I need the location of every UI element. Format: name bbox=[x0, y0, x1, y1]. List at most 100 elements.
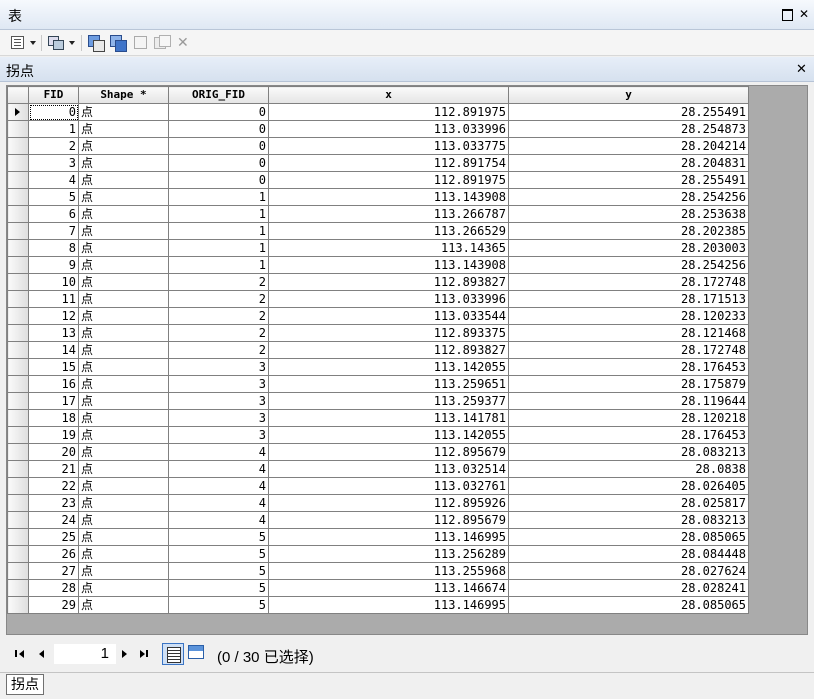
cell-orig-fid[interactable]: 4 bbox=[168, 443, 269, 461]
row-selector[interactable] bbox=[7, 562, 29, 580]
cell-x[interactable]: 112.895926 bbox=[268, 494, 509, 512]
cell-fid[interactable]: 22 bbox=[28, 477, 79, 495]
cell-orig-fid[interactable]: 4 bbox=[168, 460, 269, 478]
cell-x[interactable]: 112.891975 bbox=[268, 171, 509, 189]
table-row[interactable]: 9 点 1 113.143908 28.254256 bbox=[7, 256, 749, 274]
cell-orig-fid[interactable]: 1 bbox=[168, 205, 269, 223]
row-selector[interactable] bbox=[7, 273, 29, 291]
cell-shape[interactable]: 点 bbox=[78, 205, 169, 223]
table-row[interactable]: 13 点 2 112.893375 28.121468 bbox=[7, 324, 749, 342]
cell-fid[interactable]: 2 bbox=[28, 137, 79, 155]
cell-orig-fid[interactable]: 1 bbox=[168, 239, 269, 257]
cell-y[interactable]: 28.204214 bbox=[508, 137, 749, 155]
cell-orig-fid[interactable]: 3 bbox=[168, 358, 269, 376]
cell-y[interactable]: 28.254256 bbox=[508, 188, 749, 206]
cell-fid[interactable]: 19 bbox=[28, 426, 79, 444]
cell-shape[interactable]: 点 bbox=[78, 528, 169, 546]
row-selector[interactable] bbox=[7, 341, 29, 359]
show-all-records-icon[interactable] bbox=[162, 643, 184, 665]
table-row[interactable]: 19 点 3 113.142055 28.176453 bbox=[7, 426, 749, 444]
next-record-icon[interactable] bbox=[120, 648, 132, 660]
cell-shape[interactable]: 点 bbox=[78, 154, 169, 172]
cell-fid[interactable]: 6 bbox=[28, 205, 79, 223]
cell-shape[interactable]: 点 bbox=[78, 545, 169, 563]
row-selector[interactable] bbox=[7, 256, 29, 274]
cell-x[interactable]: 113.032514 bbox=[268, 460, 509, 478]
cell-x[interactable]: 113.143908 bbox=[268, 256, 509, 274]
cell-y[interactable]: 28.085065 bbox=[508, 596, 749, 614]
cell-y[interactable]: 28.0838 bbox=[508, 460, 749, 478]
row-selector[interactable] bbox=[7, 596, 29, 614]
cell-x[interactable]: 113.032761 bbox=[268, 477, 509, 495]
cell-y[interactable]: 28.202385 bbox=[508, 222, 749, 240]
table-row[interactable]: 26 点 5 113.256289 28.084448 bbox=[7, 545, 749, 563]
close-icon[interactable]: ✕ bbox=[797, 7, 811, 21]
cell-fid[interactable]: 28 bbox=[28, 579, 79, 597]
table-row[interactable]: 20 点 4 112.895679 28.083213 bbox=[7, 443, 749, 461]
delete-icon[interactable]: ✕ bbox=[177, 35, 191, 51]
row-selector[interactable] bbox=[7, 154, 29, 172]
cell-shape[interactable]: 点 bbox=[78, 103, 169, 121]
cell-y[interactable]: 28.026405 bbox=[508, 477, 749, 495]
cell-shape[interactable]: 点 bbox=[78, 579, 169, 597]
row-selector[interactable] bbox=[7, 375, 29, 393]
table-row[interactable]: 0 点 0 112.891975 28.255491 bbox=[7, 103, 749, 121]
cell-shape[interactable]: 点 bbox=[78, 290, 169, 308]
cell-orig-fid[interactable]: 3 bbox=[168, 409, 269, 427]
row-selector[interactable] bbox=[7, 494, 29, 512]
cell-fid[interactable]: 23 bbox=[28, 494, 79, 512]
cell-y[interactable]: 28.119644 bbox=[508, 392, 749, 410]
column-header-y[interactable]: y bbox=[508, 86, 749, 104]
table-row[interactable]: 14 点 2 112.893827 28.172748 bbox=[7, 341, 749, 359]
cell-y[interactable]: 28.172748 bbox=[508, 341, 749, 359]
table-row[interactable]: 23 点 4 112.895926 28.025817 bbox=[7, 494, 749, 512]
cell-y[interactable]: 28.254873 bbox=[508, 120, 749, 138]
cell-orig-fid[interactable]: 2 bbox=[168, 290, 269, 308]
cell-y[interactable]: 28.255491 bbox=[508, 171, 749, 189]
row-selector[interactable] bbox=[7, 120, 29, 138]
table-row[interactable]: 3 点 0 112.891754 28.204831 bbox=[7, 154, 749, 172]
cell-fid[interactable]: 3 bbox=[28, 154, 79, 172]
cell-y[interactable]: 28.120218 bbox=[508, 409, 749, 427]
cell-fid[interactable]: 1 bbox=[28, 120, 79, 138]
related-tables-button[interactable] bbox=[48, 35, 76, 51]
cell-orig-fid[interactable]: 3 bbox=[168, 426, 269, 444]
column-header-shape[interactable]: Shape * bbox=[78, 86, 169, 104]
cell-shape[interactable]: 点 bbox=[78, 137, 169, 155]
cell-x[interactable]: 113.142055 bbox=[268, 426, 509, 444]
cell-orig-fid[interactable]: 5 bbox=[168, 528, 269, 546]
cell-x[interactable]: 113.141781 bbox=[268, 409, 509, 427]
row-selector[interactable] bbox=[7, 358, 29, 376]
cell-fid[interactable]: 15 bbox=[28, 358, 79, 376]
show-selected-records-icon[interactable] bbox=[188, 645, 204, 659]
cell-fid[interactable]: 5 bbox=[28, 188, 79, 206]
cell-x[interactable]: 113.142055 bbox=[268, 358, 509, 376]
cell-orig-fid[interactable]: 0 bbox=[168, 103, 269, 121]
cell-x[interactable]: 112.895679 bbox=[268, 511, 509, 529]
switch-selection-icon[interactable] bbox=[110, 35, 127, 52]
table-row[interactable]: 5 点 1 113.143908 28.254256 bbox=[7, 188, 749, 206]
row-selector[interactable] bbox=[7, 103, 29, 121]
cell-x[interactable]: 113.033996 bbox=[268, 290, 509, 308]
cell-shape[interactable]: 点 bbox=[78, 358, 169, 376]
cell-x[interactable]: 113.255968 bbox=[268, 562, 509, 580]
cell-y[interactable]: 28.085065 bbox=[508, 528, 749, 546]
cell-shape[interactable]: 点 bbox=[78, 596, 169, 614]
row-selector[interactable] bbox=[7, 511, 29, 529]
cell-shape[interactable]: 点 bbox=[78, 443, 169, 461]
cell-fid[interactable]: 24 bbox=[28, 511, 79, 529]
cell-fid[interactable]: 9 bbox=[28, 256, 79, 274]
column-header-orig-fid[interactable]: ORIG_FID bbox=[168, 86, 269, 104]
row-selector[interactable] bbox=[7, 307, 29, 325]
table-row[interactable]: 2 点 0 113.033775 28.204214 bbox=[7, 137, 749, 155]
cell-fid[interactable]: 16 bbox=[28, 375, 79, 393]
cell-fid[interactable]: 29 bbox=[28, 596, 79, 614]
cell-shape[interactable]: 点 bbox=[78, 171, 169, 189]
cell-x[interactable]: 112.891754 bbox=[268, 154, 509, 172]
cell-orig-fid[interactable]: 4 bbox=[168, 511, 269, 529]
table-row[interactable]: 15 点 3 113.142055 28.176453 bbox=[7, 358, 749, 376]
cell-x[interactable]: 113.033544 bbox=[268, 307, 509, 325]
table-row[interactable]: 7 点 1 113.266529 28.202385 bbox=[7, 222, 749, 240]
cell-shape[interactable]: 点 bbox=[78, 562, 169, 580]
close-icon[interactable]: ✕ bbox=[796, 61, 807, 77]
